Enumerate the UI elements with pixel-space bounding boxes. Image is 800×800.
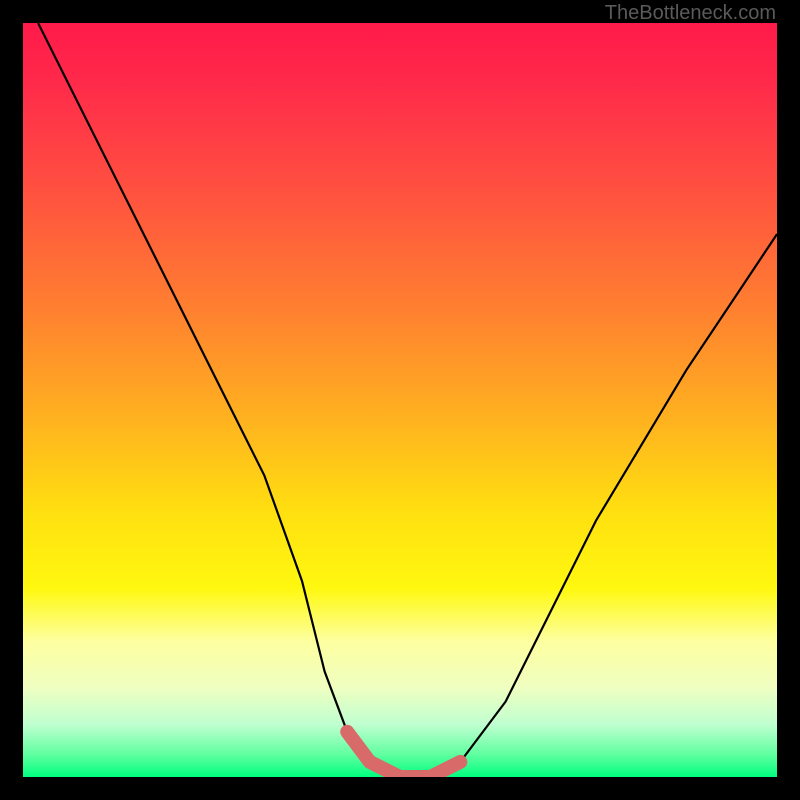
chart-container: TheBottleneck.com <box>0 0 800 800</box>
attribution-text: TheBottleneck.com <box>605 2 776 25</box>
curve-line <box>38 23 777 777</box>
chart-svg <box>23 23 777 777</box>
highlight-line <box>347 732 460 777</box>
